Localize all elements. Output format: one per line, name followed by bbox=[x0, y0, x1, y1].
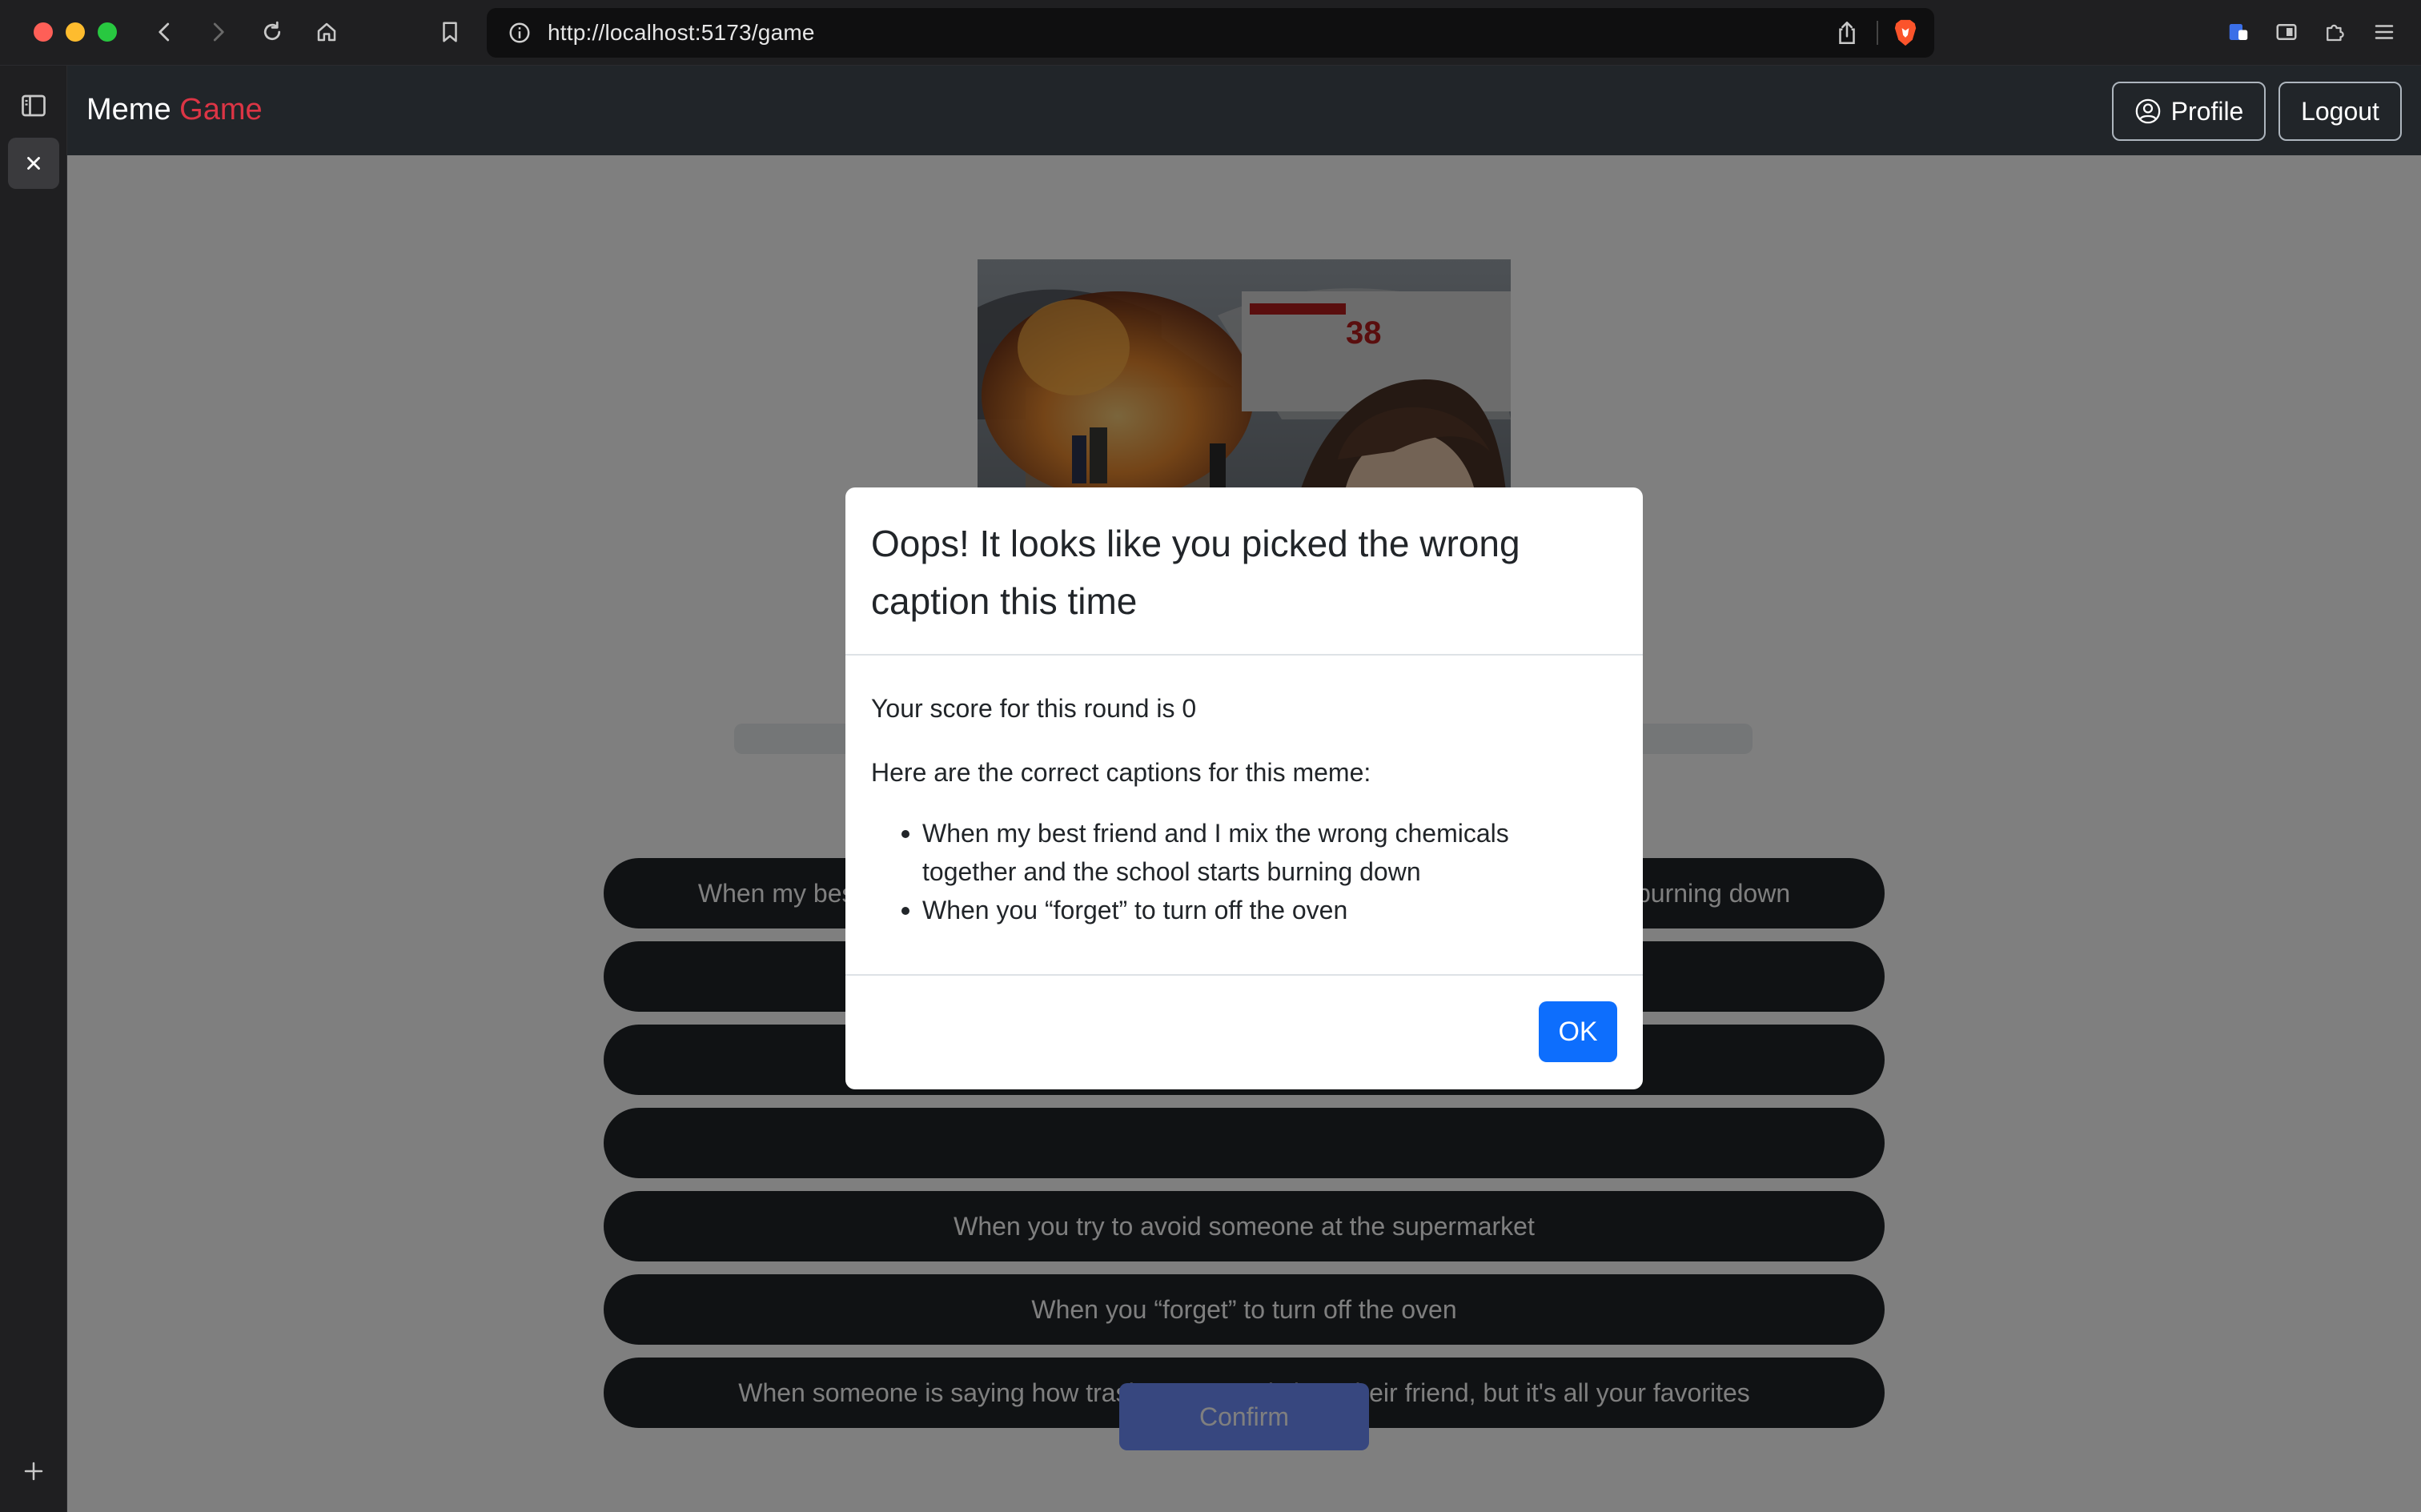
brave-shields-icon[interactable] bbox=[1891, 18, 1920, 48]
home-button[interactable] bbox=[309, 14, 344, 50]
profile-label: Profile bbox=[2170, 97, 2244, 126]
round-score-text: Your score for this round is 0 bbox=[871, 694, 1197, 723]
wrong-caption-modal: Oops! It looks like you picked the wrong… bbox=[845, 487, 1643, 1089]
brand-text-game[interactable]: Game bbox=[179, 93, 262, 126]
chevron-left-icon bbox=[159, 22, 170, 42]
logout-label: Logout bbox=[2301, 97, 2379, 126]
new-tab-button[interactable] bbox=[10, 1447, 58, 1495]
modal-footer: OK bbox=[845, 974, 1643, 1089]
correct-caption-item: When my best friend and I mix the wrong … bbox=[897, 814, 1601, 891]
reload-icon bbox=[263, 21, 281, 41]
profile-button[interactable]: Profile bbox=[2112, 82, 2266, 141]
correct-caption-item: When you “forget” to turn off the oven bbox=[897, 891, 1601, 929]
minimize-window-button[interactable] bbox=[66, 22, 85, 42]
close-window-button[interactable] bbox=[34, 22, 53, 42]
extensions-button[interactable] bbox=[2317, 14, 2352, 50]
site-info-icon[interactable] bbox=[508, 21, 532, 45]
back-button[interactable] bbox=[147, 14, 183, 50]
ok-button[interactable]: OK bbox=[1539, 1001, 1617, 1062]
puzzle-icon bbox=[2327, 24, 2344, 42]
toggle-sidebar-button[interactable] bbox=[10, 82, 58, 130]
sidebar-toggle-icon bbox=[22, 94, 46, 117]
modal-header: Oops! It looks like you picked the wrong… bbox=[845, 487, 1643, 656]
correct-captions-intro: Here are the correct captions for this m… bbox=[871, 758, 1371, 787]
active-tab-close-button[interactable] bbox=[8, 138, 59, 189]
modal-title: Oops! It looks like you picked the wrong… bbox=[871, 523, 1520, 622]
chevron-right-icon bbox=[213, 22, 224, 42]
maximize-window-button[interactable] bbox=[98, 22, 117, 42]
plus-icon bbox=[24, 1462, 43, 1481]
url-text[interactable]: http://localhost:5173/game bbox=[548, 8, 815, 58]
home-icon bbox=[317, 22, 336, 42]
reader-view-button[interactable] bbox=[2269, 14, 2304, 50]
browser-toolbar: http://localhost:5173/game bbox=[0, 0, 2421, 66]
shield-extension-icon bbox=[2229, 24, 2248, 40]
vpn-extension-button[interactable] bbox=[2221, 14, 2256, 50]
vertical-tab-strip bbox=[0, 66, 67, 1512]
bookmark-icon bbox=[443, 22, 457, 42]
logout-button[interactable]: Logout bbox=[2278, 82, 2402, 141]
correct-captions-list: When my best friend and I mix the wrong … bbox=[897, 814, 1601, 929]
share-icon[interactable] bbox=[1833, 19, 1861, 46]
forward-button[interactable] bbox=[200, 14, 235, 50]
app-navbar: Meme Game Profile Logout bbox=[67, 66, 2421, 155]
hamburger-menu-icon bbox=[2375, 25, 2394, 39]
reload-button[interactable] bbox=[255, 14, 290, 50]
menu-button[interactable] bbox=[2367, 14, 2402, 50]
person-circle-icon bbox=[2135, 98, 2160, 124]
close-icon bbox=[27, 157, 40, 170]
sidebar-panel-icon bbox=[2276, 24, 2297, 40]
address-bar[interactable]: http://localhost:5173/game bbox=[487, 8, 1934, 58]
bookmark-button[interactable] bbox=[432, 14, 468, 50]
brand-text-meme[interactable]: Meme bbox=[86, 93, 171, 126]
address-bar-divider bbox=[1877, 21, 1878, 45]
brand-logo[interactable]: Meme Game bbox=[86, 90, 263, 130]
modal-body: Your score for this round is 0 Here are … bbox=[845, 656, 1643, 924]
